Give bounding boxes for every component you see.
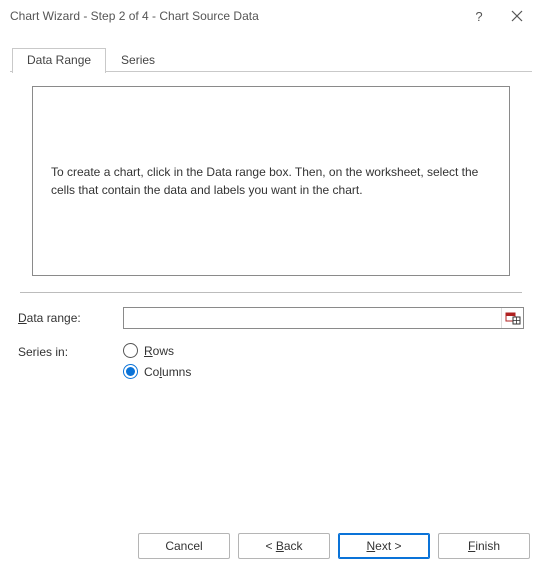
tab-series[interactable]: Series [106,48,170,72]
cancel-button[interactable]: Cancel [138,533,230,559]
divider [20,292,522,293]
button-label: Finish [468,539,500,553]
button-label: < Back [265,539,302,553]
help-button[interactable]: ? [460,2,498,30]
series-in-label: Series in: [18,343,123,359]
radio-label: Rows [144,344,174,358]
tabstrip: Data Range Series [0,47,542,72]
button-bar: Cancel < Back Next > Finish [0,523,542,573]
data-range-field [123,307,524,329]
radio-icon [123,343,138,358]
close-button[interactable] [498,2,536,30]
tab-label: Data Range [27,53,91,67]
help-icon: ? [475,9,482,24]
finish-button[interactable]: Finish [438,533,530,559]
window-title: Chart Wizard - Step 2 of 4 - Chart Sourc… [10,9,460,23]
radio-label: Columns [144,365,191,379]
titlebar: Chart Wizard - Step 2 of 4 - Chart Sourc… [0,0,542,32]
back-button[interactable]: < Back [238,533,330,559]
radio-columns[interactable]: Columns [123,364,191,379]
data-range-row: Data range: [18,307,524,329]
series-in-radio-group: Rows Columns [123,343,191,379]
chart-wizard-dialog: Chart Wizard - Step 2 of 4 - Chart Sourc… [0,0,542,573]
tab-label: Series [121,53,155,67]
next-button[interactable]: Next > [338,533,430,559]
range-picker-icon [505,311,521,325]
data-range-label: Data range: [18,311,123,325]
tab-data-range[interactable]: Data Range [12,48,106,73]
radio-rows[interactable]: Rows [123,343,191,358]
close-icon [511,10,523,22]
tabpanel-data-range: To create a chart, click in the Data ran… [0,72,542,523]
radio-icon [123,364,138,379]
button-label: Cancel [165,539,202,553]
series-in-row: Series in: Rows Columns [18,343,524,379]
preview-message: To create a chart, click in the Data ran… [51,163,491,199]
chart-preview-box: To create a chart, click in the Data ran… [32,86,510,276]
range-picker-button[interactable] [501,308,523,328]
data-range-input[interactable] [124,308,501,328]
button-label: Next > [366,539,401,553]
